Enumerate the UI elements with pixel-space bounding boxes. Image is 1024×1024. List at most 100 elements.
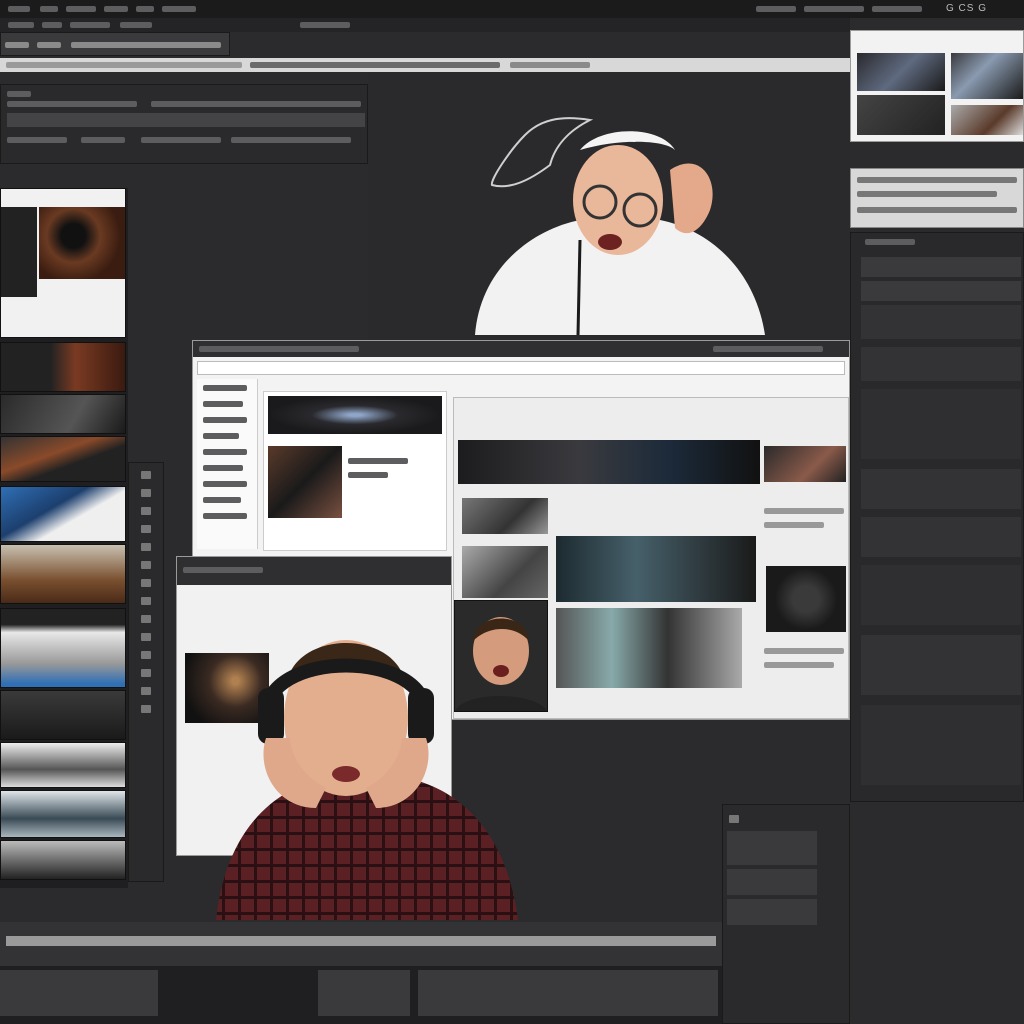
- property-row[interactable]: [861, 635, 1021, 695]
- thumbnail-9[interactable]: [0, 742, 126, 788]
- tool-icon[interactable]: [141, 651, 151, 659]
- title-text: [199, 346, 359, 352]
- thumbnail-7[interactable]: [0, 608, 126, 688]
- property-row[interactable]: [861, 705, 1021, 785]
- path-segment[interactable]: [6, 62, 242, 68]
- menu-item[interactable]: [162, 6, 196, 12]
- preview-thumb[interactable]: [857, 53, 945, 91]
- tool-icon[interactable]: [141, 507, 151, 515]
- tool-icon[interactable]: [141, 633, 151, 641]
- panel-row[interactable]: [727, 899, 817, 925]
- tool-icon[interactable]: [141, 561, 151, 569]
- menu-item[interactable]: [136, 6, 154, 12]
- menu-item[interactable]: [756, 6, 796, 12]
- bottom-tile[interactable]: [418, 970, 718, 1016]
- thumbnail-8[interactable]: [0, 690, 126, 740]
- thumbnail-5[interactable]: [0, 486, 126, 542]
- option-label: [81, 137, 125, 143]
- tool-icon[interactable]: [141, 615, 151, 623]
- tool-icon[interactable]: [141, 543, 151, 551]
- content-card-1[interactable]: [263, 391, 447, 551]
- menu-item[interactable]: [872, 6, 922, 12]
- sidebar-item[interactable]: [203, 481, 247, 487]
- bottom-tile[interactable]: [0, 970, 158, 1016]
- tool-label: [42, 22, 62, 28]
- inner-thumb[interactable]: [462, 546, 548, 598]
- thumbnail-3[interactable]: [0, 394, 126, 434]
- sidebar-item[interactable]: [203, 497, 241, 503]
- menu-item[interactable]: [104, 6, 128, 12]
- panel-icon[interactable]: [729, 815, 739, 823]
- card-text: [348, 458, 408, 464]
- inner-grid[interactable]: [556, 608, 742, 688]
- property-row[interactable]: [861, 347, 1021, 381]
- tab[interactable]: [5, 42, 29, 48]
- tab[interactable]: [71, 42, 221, 48]
- property-row[interactable]: [861, 305, 1021, 339]
- sidebar-item[interactable]: [203, 401, 243, 407]
- property-row[interactable]: [861, 389, 1021, 459]
- sidebar-item[interactable]: [203, 513, 247, 519]
- card-text: [348, 472, 388, 478]
- tool-icon[interactable]: [141, 489, 151, 497]
- inner-video[interactable]: [556, 536, 756, 602]
- property-row[interactable]: [861, 281, 1021, 301]
- menu-item[interactable]: [40, 6, 58, 12]
- bottom-tile[interactable]: [318, 970, 410, 1016]
- tool-icon[interactable]: [141, 525, 151, 533]
- property-row[interactable]: [861, 469, 1021, 509]
- top-menu-bar: G CS G: [0, 0, 1024, 18]
- thumbnail-10[interactable]: [0, 790, 126, 838]
- vertical-tool-strip: [128, 462, 164, 882]
- top-bar-right-label: G CS G: [946, 3, 988, 14]
- tool-icon[interactable]: [141, 597, 151, 605]
- preview-thumb[interactable]: [857, 95, 945, 135]
- bottom-panel-row: [0, 966, 722, 1024]
- panel-row[interactable]: [727, 831, 817, 865]
- menu-item[interactable]: [66, 6, 96, 12]
- tool-icon[interactable]: [141, 579, 151, 587]
- thumbnail-4[interactable]: [0, 436, 126, 482]
- sidebar-item[interactable]: [203, 449, 247, 455]
- thumbnail-1[interactable]: [0, 188, 126, 338]
- inner-thumb[interactable]: [462, 498, 548, 534]
- property-row[interactable]: [861, 517, 1021, 557]
- path-segment[interactable]: [250, 62, 500, 68]
- tool-icon[interactable]: [141, 669, 151, 677]
- tool-icon[interactable]: [141, 687, 151, 695]
- document-tab-strip: [0, 32, 230, 56]
- sidebar-item[interactable]: [203, 385, 247, 391]
- preview-thumb[interactable]: [951, 105, 1023, 135]
- browser-sidebar: [197, 379, 258, 549]
- thumbnail-image: [39, 207, 125, 279]
- tool-icon[interactable]: [141, 471, 151, 479]
- card-image: [268, 446, 342, 518]
- person-main-figure: [216, 640, 518, 920]
- inner-player[interactable]: [766, 566, 846, 632]
- tool-icon[interactable]: [141, 705, 151, 713]
- sidebar-item[interactable]: [203, 417, 247, 423]
- property-label: [865, 239, 915, 245]
- lower-window-titlebar: [177, 557, 451, 585]
- menu-item[interactable]: [8, 6, 30, 12]
- option-field[interactable]: [7, 113, 365, 127]
- inner-line: [764, 648, 844, 654]
- address-bar[interactable]: [197, 361, 845, 375]
- inner-thumb[interactable]: [764, 446, 846, 482]
- inner-banner[interactable]: [458, 440, 760, 484]
- sidebar-item[interactable]: [203, 433, 239, 439]
- sidebar-item[interactable]: [203, 465, 243, 471]
- property-row[interactable]: [861, 257, 1021, 277]
- tab[interactable]: [37, 42, 61, 48]
- card-image: [268, 396, 442, 434]
- option-label: [7, 91, 31, 97]
- thumbnail-2[interactable]: [0, 342, 126, 392]
- property-row[interactable]: [861, 565, 1021, 625]
- thumbnail-11[interactable]: [0, 840, 126, 880]
- path-segment[interactable]: [510, 62, 590, 68]
- menu-item[interactable]: [804, 6, 864, 12]
- thumbnail-6[interactable]: [0, 544, 126, 604]
- panel-row[interactable]: [727, 869, 817, 895]
- timeline-track[interactable]: [6, 936, 716, 946]
- preview-thumb[interactable]: [951, 53, 1023, 99]
